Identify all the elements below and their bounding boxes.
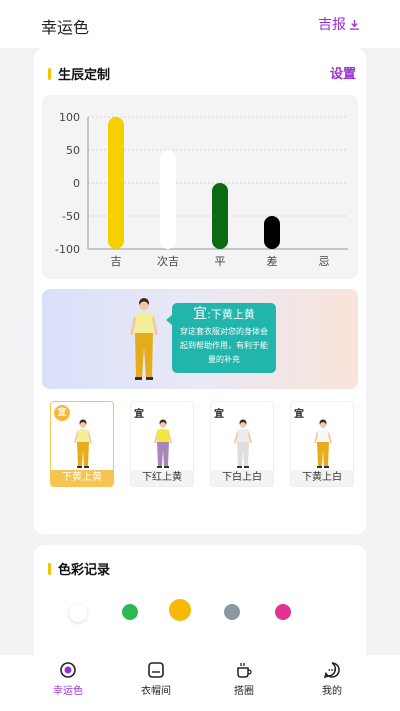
outfit-card[interactable]: 宜下白上白	[210, 401, 274, 487]
lucky-color-icon	[60, 662, 76, 678]
x-tick-label: 忌	[319, 255, 330, 268]
nav-label: 幸运色	[53, 686, 83, 697]
profile-chat-icon	[323, 662, 340, 679]
y-tick-label: 0	[73, 177, 80, 190]
suitable-badge: 宜	[134, 409, 144, 420]
suitable-badge: 宜	[54, 405, 70, 421]
outfit-card[interactable]: 宜下黄上黄	[50, 401, 114, 487]
bar	[212, 183, 228, 249]
person-figure-icon	[130, 298, 158, 380]
color-dot[interactable]	[122, 604, 138, 620]
y-tick-label: -50	[62, 210, 80, 223]
outfit-figure-icon	[154, 419, 172, 468]
x-tick-label: 差	[267, 254, 278, 268]
color-dot[interactable]	[275, 604, 291, 620]
nav-label: 衣帽间	[141, 686, 171, 697]
report-label: 吉报	[318, 17, 346, 33]
top-bar: 幸运色 吉报	[0, 0, 400, 48]
recommendation-bubble: 宜:下黄上黄 穿这套衣服对您的身体会起到帮助作用，有利于能量的补充	[166, 303, 276, 373]
wardrobe-icon	[148, 662, 164, 678]
birth-card: 生辰定制 设置 100 50 0 -50 -100 吉次吉平差忌 宜:下黄上黄 穿这套衣服…	[34, 48, 366, 534]
color-dot[interactable]	[224, 604, 240, 620]
outfit-figure-icon	[74, 419, 92, 468]
color-section-title: 色彩记录	[58, 563, 111, 578]
birth-section-header: 生辰定制	[48, 64, 110, 83]
y-tick-label: -100	[55, 243, 80, 256]
outfit-label: 下红上黄	[131, 470, 193, 486]
outfit-label: 下黄上白	[291, 470, 353, 486]
color-section-header: 色彩记录	[48, 559, 110, 578]
fortune-chart: 100 50 0 -50 -100 吉 次吉 平 差 忌	[42, 95, 358, 279]
x-tick-label: 平	[215, 255, 226, 268]
birth-section-title: 生辰定制	[58, 68, 111, 83]
y-tick-label: 50	[66, 144, 80, 157]
nav-item-wardrobe[interactable]: 衣帽间	[126, 661, 186, 697]
nav-item-profile[interactable]: 我的	[302, 661, 362, 697]
page-title: 幸运色	[41, 18, 90, 37]
outfit-list: 宜下黄上黄宜下红上黄宜下白上白宜下黄上白	[50, 401, 358, 491]
outfit-figure-icon	[234, 419, 252, 468]
outfit-label: 下黄上黄	[51, 470, 113, 486]
recommendation-description: 穿这套衣服对您的身体会起到帮助作用，有利于能量的补充	[180, 327, 268, 364]
recommendation-banner: 宜:下黄上黄 穿这套衣服对您的身体会起到帮助作用，有利于能量的补充	[42, 289, 358, 389]
bar	[108, 117, 124, 249]
nav-item-circle[interactable]: 搭圈	[214, 661, 274, 697]
outfit-figure-icon	[314, 419, 332, 468]
color-record-card: 色彩记录	[34, 545, 366, 665]
recommendation-prefix: 宜	[193, 306, 208, 322]
section-accent-bar	[48, 67, 51, 80]
suitable-badge: 宜	[294, 409, 304, 420]
coffee-cup-icon	[237, 663, 252, 678]
section-accent-bar	[48, 562, 51, 575]
nav-label: 我的	[322, 686, 342, 697]
recommendation-title: 宜:下黄上黄	[177, 306, 271, 323]
bottom-navigation: 幸运色 衣帽间 搭圈 我的	[0, 655, 400, 711]
outfit-card[interactable]: 宜下红上黄	[130, 401, 194, 487]
x-tick-label: 吉	[111, 255, 122, 268]
x-tick-label: 次吉	[157, 254, 179, 268]
settings-button[interactable]: 设置	[330, 63, 356, 82]
nav-item-lucky-color[interactable]: 幸运色	[38, 661, 98, 697]
y-tick-label: 100	[59, 111, 80, 124]
bar	[264, 216, 280, 249]
color-dot[interactable]	[169, 599, 191, 621]
download-icon	[349, 19, 360, 30]
color-record-dots	[34, 595, 366, 625]
nav-label: 搭圈	[234, 686, 254, 697]
bar	[160, 150, 176, 249]
outfit-label: 下白上白	[211, 470, 273, 486]
fortune-chart-svg: 100 50 0 -50 -100 吉 次吉 平 差 忌	[55, 111, 348, 268]
report-button[interactable]: 吉报	[318, 14, 360, 34]
outfit-card[interactable]: 宜下黄上白	[290, 401, 354, 487]
suitable-badge: 宜	[214, 409, 224, 420]
recommendation-title-text: :下黄上黄	[207, 308, 255, 321]
color-dot[interactable]	[69, 604, 87, 622]
